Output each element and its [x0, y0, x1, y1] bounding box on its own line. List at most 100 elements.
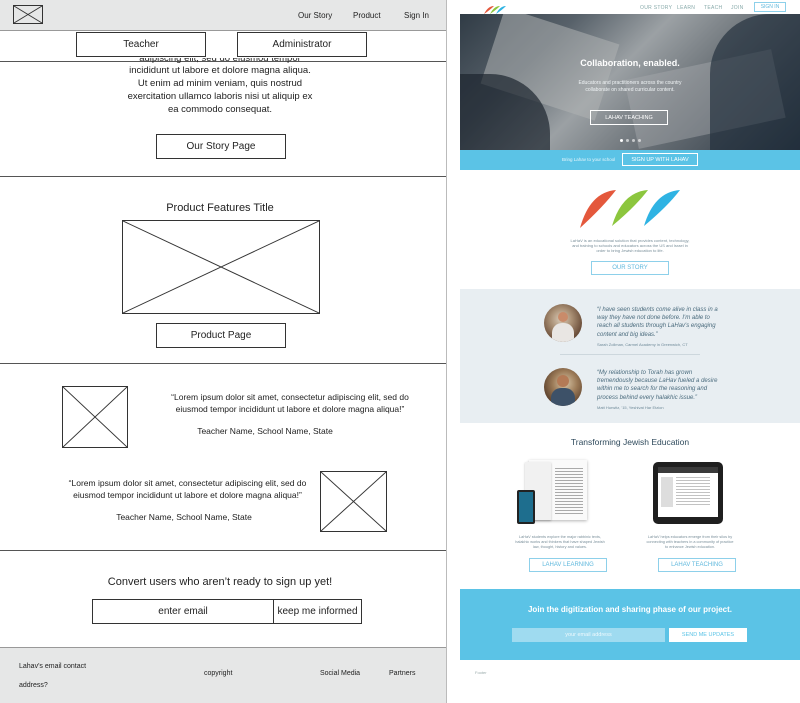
footer-contact: address? — [19, 682, 48, 689]
testimonial-quote: “Lorem ipsum dolor sit amet, consectetur… — [55, 477, 320, 501]
hero-subtitle: Educators and practitioners across the c… — [530, 80, 730, 94]
our-story-page-button[interactable]: Our Story Page — [156, 134, 286, 159]
lahav-teaching-device — [653, 462, 723, 524]
nav-our-story[interactable]: OUR STORY — [640, 5, 672, 11]
lahav-learning-button[interactable]: LAHAV LEARNING — [529, 558, 607, 572]
hero-image: Collaboration, enabled. Educators and pr… — [460, 14, 800, 150]
hero-title: Collaboration, enabled. — [580, 58, 680, 68]
product-features-title: Product Features Title — [166, 202, 274, 214]
about-line: order to bring Jewish education to life. — [596, 248, 664, 254]
quote-line: eiusmod tempor incididunt ut labore et d… — [73, 490, 302, 500]
quote-line: tremendously because LaHav fueled a desi… — [597, 378, 718, 385]
testimonial-attribution: Matt Hurwitz, '15, Yeshivat Har Etzion — [597, 405, 664, 410]
testimonial-attribution: Teacher Name, School Name, State — [197, 426, 333, 436]
testimonial-avatar — [544, 368, 582, 406]
tablet-screen — [658, 467, 718, 517]
nav-learn[interactable]: LEARN — [677, 5, 695, 11]
intro-line: exercitation ullamco laboris nisi ut ali… — [127, 91, 313, 102]
intro-line: incididunt ut labore et dolore magna ali… — [129, 65, 311, 76]
testimonial-attribution: Sarah Zollman, Carmel Academy in Greenwi… — [597, 342, 688, 347]
screen-sidebar — [661, 477, 673, 507]
quote-line: way they have not done before. I'm able … — [597, 315, 710, 322]
our-story-button[interactable]: OUR STORY — [591, 261, 669, 275]
sign-in-button[interactable]: SIGN IN — [754, 2, 786, 12]
quote-line: reach all students through LaHav's engag… — [597, 323, 716, 330]
testimonial-quote: “I have seen students come alive in clas… — [597, 306, 787, 339]
convert-title: Convert users who aren’t ready to sign u… — [107, 576, 333, 588]
learning-description: LaHaV students explore the major rabbini… — [505, 535, 615, 551]
hero-lahav-teaching-button[interactable]: LAHAV TEACHING — [590, 110, 668, 125]
carousel-dot[interactable] — [626, 139, 629, 142]
divider — [0, 176, 446, 177]
brand-logo[interactable] — [482, 2, 508, 14]
tablet-learning — [517, 490, 535, 524]
keep-me-informed-button[interactable]: keep me informed — [273, 599, 362, 624]
nav-teach[interactable]: TEACH — [704, 5, 722, 11]
quote-line: process behind every halakhic issue.” — [597, 394, 698, 401]
sign-up-with-lahav-button[interactable]: SIGN UP WITH LAHAV — [622, 153, 698, 166]
quote-line: within me to search for the reasoning an… — [597, 386, 708, 393]
administrator-button[interactable]: Administrator — [237, 32, 367, 57]
avatar-figure — [551, 388, 575, 406]
design-mockup-panel: OUR STORY LEARN TEACH JOIN SIGN IN Colla… — [460, 0, 800, 703]
footer-social-media[interactable]: Social Media — [320, 670, 360, 677]
nav-join[interactable]: JOIN — [731, 5, 744, 11]
transforming-title: Transforming Jewish Education — [570, 437, 690, 447]
screen-text-block — [676, 477, 710, 507]
avatar-figure — [557, 375, 569, 387]
divider — [0, 363, 446, 364]
lahav-feather-logo-icon — [580, 190, 680, 228]
testimonial-photo-placeholder-icon — [62, 386, 128, 448]
quote-line: “Lorem ipsum dolor sit amet, consectetur… — [171, 392, 409, 402]
nav-product[interactable]: Product — [353, 11, 381, 20]
join-band — [460, 589, 800, 660]
avatar-figure — [552, 323, 574, 342]
product-page-button[interactable]: Product Page — [156, 323, 286, 348]
logo-placeholder-icon — [13, 5, 43, 24]
lahav-teaching-button[interactable]: LAHAV TEACHING — [658, 558, 736, 572]
carousel-dot[interactable] — [638, 139, 641, 142]
about-text: LaHaV is an educational solution that pr… — [530, 238, 730, 254]
hero-subtitle-line: Educators and practitioners across the c… — [578, 80, 682, 86]
testimonial-divider — [560, 354, 700, 355]
intro-text: adipiscing elit, sed do eiusmod tempor i… — [60, 58, 380, 116]
hero-subtitle-line: collaborate on shared curricular content… — [585, 87, 675, 93]
teaching-description: LaHaV helps educators emerge from their … — [635, 535, 745, 551]
divider — [0, 550, 446, 551]
quote-line: “My relationship to Torah has grown — [597, 370, 693, 376]
join-email-input[interactable]: your email address — [512, 628, 665, 642]
footer-contact: Lahav's email contact — [19, 663, 87, 670]
wireframe-panel: Our Story Product Sign In Teacher Admini… — [0, 0, 447, 703]
quote-line: “I have seen students come alive in clas… — [597, 307, 718, 313]
screen-header — [658, 467, 718, 473]
send-me-updates-button[interactable]: SEND ME UPDATES — [669, 628, 747, 642]
quote-line: eiusmod tempor incididunt ut labore et d… — [175, 404, 405, 414]
signup-label: Bring Lahav to your school — [562, 157, 616, 162]
footer-label: Footer — [475, 670, 487, 675]
email-input[interactable]: enter email — [92, 599, 274, 624]
lahav-learning-device — [515, 460, 587, 524]
book-text-block — [555, 468, 583, 514]
carousel-dot[interactable] — [620, 139, 623, 142]
testimonial-quote: “Lorem ipsum dolor sit amet, consectetur… — [140, 391, 440, 415]
nav-our-story[interactable]: Our Story — [298, 11, 332, 20]
join-title: Join the digitization and sharing phase … — [527, 605, 732, 614]
footer-copyright: copyright — [204, 670, 233, 677]
description-line: to enhance Jewish education. — [664, 545, 716, 550]
intro-line: ea commodo consequat. — [167, 104, 273, 115]
lahav-feather-logo — [576, 186, 684, 230]
carousel-dots — [620, 139, 641, 142]
footer-partners[interactable]: Partners — [389, 670, 415, 677]
quote-line: content and big ideas.” — [597, 331, 658, 338]
nav-sign-in[interactable]: Sign In — [404, 11, 429, 20]
intro-line: Ut enim ad minim veniam, quis nostrud — [137, 78, 303, 89]
testimonial-avatar — [544, 304, 582, 342]
quote-line: “Lorem ipsum dolor sit amet, consectetur… — [68, 478, 307, 488]
carousel-dot[interactable] — [632, 139, 635, 142]
avatar-figure — [558, 312, 568, 322]
testimonial-photo-placeholder-icon — [320, 471, 387, 532]
testimonial-quote: “My relationship to Torah has grown trem… — [597, 369, 787, 402]
teacher-button[interactable]: Teacher — [76, 32, 206, 57]
testimonial-attribution: Teacher Name, School Name, State — [116, 512, 252, 522]
description-line: law, thought, history and values. — [532, 545, 588, 550]
